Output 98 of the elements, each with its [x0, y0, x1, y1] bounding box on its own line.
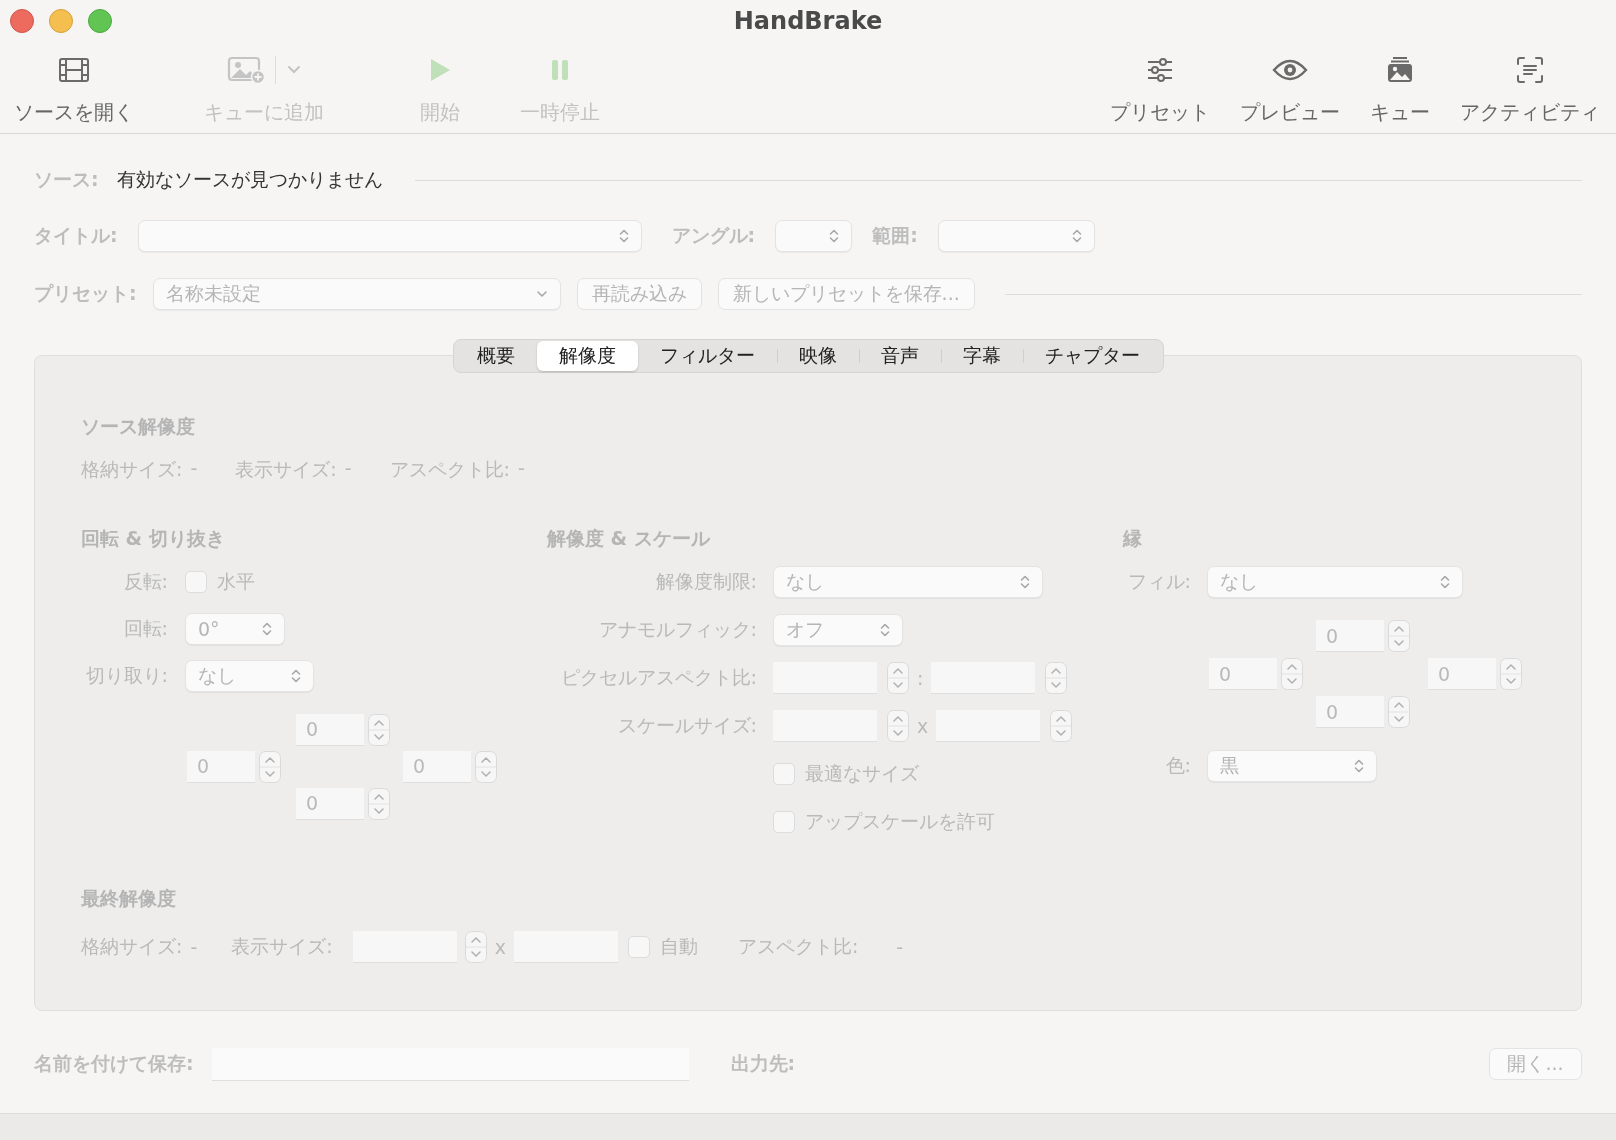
- minimize-button[interactable]: [49, 9, 73, 33]
- number-field[interactable]: [931, 662, 1036, 694]
- play-icon: [428, 57, 452, 83]
- zoom-button[interactable]: [88, 9, 112, 33]
- popup-button[interactable]: 黒: [1207, 750, 1377, 782]
- checkbox[interactable]: [185, 571, 207, 593]
- updown-icon: [829, 228, 840, 244]
- toolbar-button[interactable]: プレビュー: [1240, 42, 1340, 133]
- pause-icon: [550, 58, 570, 82]
- section-heading: 最終解像度: [81, 887, 176, 909]
- number-field[interactable]: [936, 710, 1041, 742]
- updown-icon: [1071, 228, 1082, 244]
- photo-stack-icon: [1386, 56, 1414, 84]
- file-name-field[interactable]: [211, 1047, 689, 1081]
- number-field[interactable]: 0: [403, 750, 471, 783]
- field-label: プリセット:: [34, 281, 137, 306]
- toolbar-button[interactable]: キュー: [1370, 42, 1430, 133]
- tab[interactable]: 字幕: [940, 341, 1023, 371]
- tab[interactable]: 映像: [776, 341, 859, 371]
- stepper-control[interactable]: [887, 662, 909, 694]
- tab[interactable]: チャプター: [1022, 341, 1162, 371]
- checkbox[interactable]: [627, 936, 650, 958]
- checkbox[interactable]: [773, 811, 795, 833]
- stepper-control[interactable]: [464, 931, 487, 963]
- stepper-control[interactable]: [368, 787, 390, 820]
- section-heading: ソース解像度: [81, 415, 195, 437]
- number-field[interactable]: 0: [187, 750, 255, 783]
- number-field[interactable]: 0: [1316, 620, 1384, 652]
- number-field[interactable]: [773, 710, 877, 742]
- popup-button[interactable]: なし: [185, 660, 314, 692]
- stepper-control[interactable]: [1388, 696, 1410, 728]
- updown-icon: [1440, 574, 1450, 590]
- updown-icon: [618, 228, 629, 244]
- toolbar-button[interactable]: ソースを開く: [14, 42, 134, 133]
- info-value: -: [517, 457, 525, 481]
- stepper-control[interactable]: [475, 750, 497, 783]
- stepper-control[interactable]: [259, 750, 281, 783]
- info-value: -: [190, 936, 198, 958]
- number-field[interactable]: 0: [296, 787, 364, 820]
- popup-button[interactable]: [775, 220, 853, 252]
- stepper-control[interactable]: [1281, 658, 1303, 690]
- stepper-control[interactable]: [1045, 662, 1068, 694]
- popup-button[interactable]: なし: [773, 566, 1043, 598]
- popup-button[interactable]: [937, 220, 1095, 252]
- field-label: ソース:: [34, 167, 99, 192]
- info-value: -: [896, 936, 904, 958]
- tab[interactable]: 概要: [454, 341, 537, 371]
- window-title: HandBrake: [733, 7, 883, 35]
- popup-button[interactable]: なし: [1207, 566, 1463, 598]
- stepper-control[interactable]: [368, 713, 390, 746]
- preset-button[interactable]: 新しいプリセットを保存...: [717, 278, 975, 310]
- tab[interactable]: 解像度: [536, 341, 638, 371]
- toolbar-button[interactable]: アクティビティ: [1460, 42, 1600, 133]
- browse-button[interactable]: 開く...: [1489, 1048, 1582, 1080]
- source-status: 有効なソースが見つかりません: [116, 167, 383, 192]
- number-field[interactable]: 0: [1209, 658, 1277, 690]
- film-strip-icon: [58, 57, 90, 83]
- stepper-control[interactable]: [1500, 658, 1522, 690]
- field-label: 範囲:: [872, 223, 918, 248]
- checkbox[interactable]: [773, 763, 795, 785]
- updown-icon: [880, 622, 890, 638]
- tab[interactable]: フィルター: [637, 341, 777, 371]
- stepper-control[interactable]: [1050, 710, 1073, 742]
- field-label: 名前を付けて保存:: [34, 1051, 194, 1076]
- number-field[interactable]: 0: [1428, 658, 1496, 690]
- popup-button[interactable]: 0°: [185, 613, 285, 645]
- field-label: アングル:: [671, 224, 756, 246]
- number-field[interactable]: 0: [1316, 696, 1384, 728]
- stepper-control[interactable]: [1388, 620, 1410, 652]
- separator-label: :: [917, 667, 924, 689]
- chevron-down-icon: [535, 289, 548, 299]
- updown-icon: [1354, 758, 1364, 774]
- updown-icon: [1020, 574, 1030, 590]
- info-value: -: [190, 457, 198, 481]
- field-label: タイトル:: [34, 223, 118, 248]
- number-field[interactable]: [352, 931, 457, 963]
- section-heading: 縁: [1123, 526, 1143, 550]
- close-button[interactable]: [10, 9, 34, 33]
- eye-icon: [1272, 58, 1308, 82]
- section-heading: 回転 & 切り抜き: [81, 526, 226, 550]
- updown-icon: [262, 621, 272, 637]
- info-value: -: [344, 457, 352, 481]
- updown-icon: [291, 668, 301, 684]
- number-field[interactable]: [513, 931, 618, 963]
- sliders-icon: [1146, 57, 1174, 83]
- number-field[interactable]: 0: [296, 713, 364, 746]
- image-add-icon: [226, 56, 265, 84]
- popup-button[interactable]: オフ: [773, 614, 903, 646]
- number-field[interactable]: [773, 662, 877, 694]
- activity-log-icon: [1516, 56, 1544, 84]
- popup-button[interactable]: 名称未設定: [152, 278, 561, 310]
- section-heading: 解像度 & スケール: [547, 526, 711, 550]
- field-label: 出力先:: [730, 1052, 796, 1074]
- preset-button[interactable]: 再読み込み: [576, 278, 702, 310]
- tab[interactable]: 音声: [858, 341, 941, 371]
- stepper-control[interactable]: [887, 710, 909, 742]
- toolbar-button[interactable]: プリセット: [1110, 42, 1210, 133]
- popup-button[interactable]: [137, 220, 642, 252]
